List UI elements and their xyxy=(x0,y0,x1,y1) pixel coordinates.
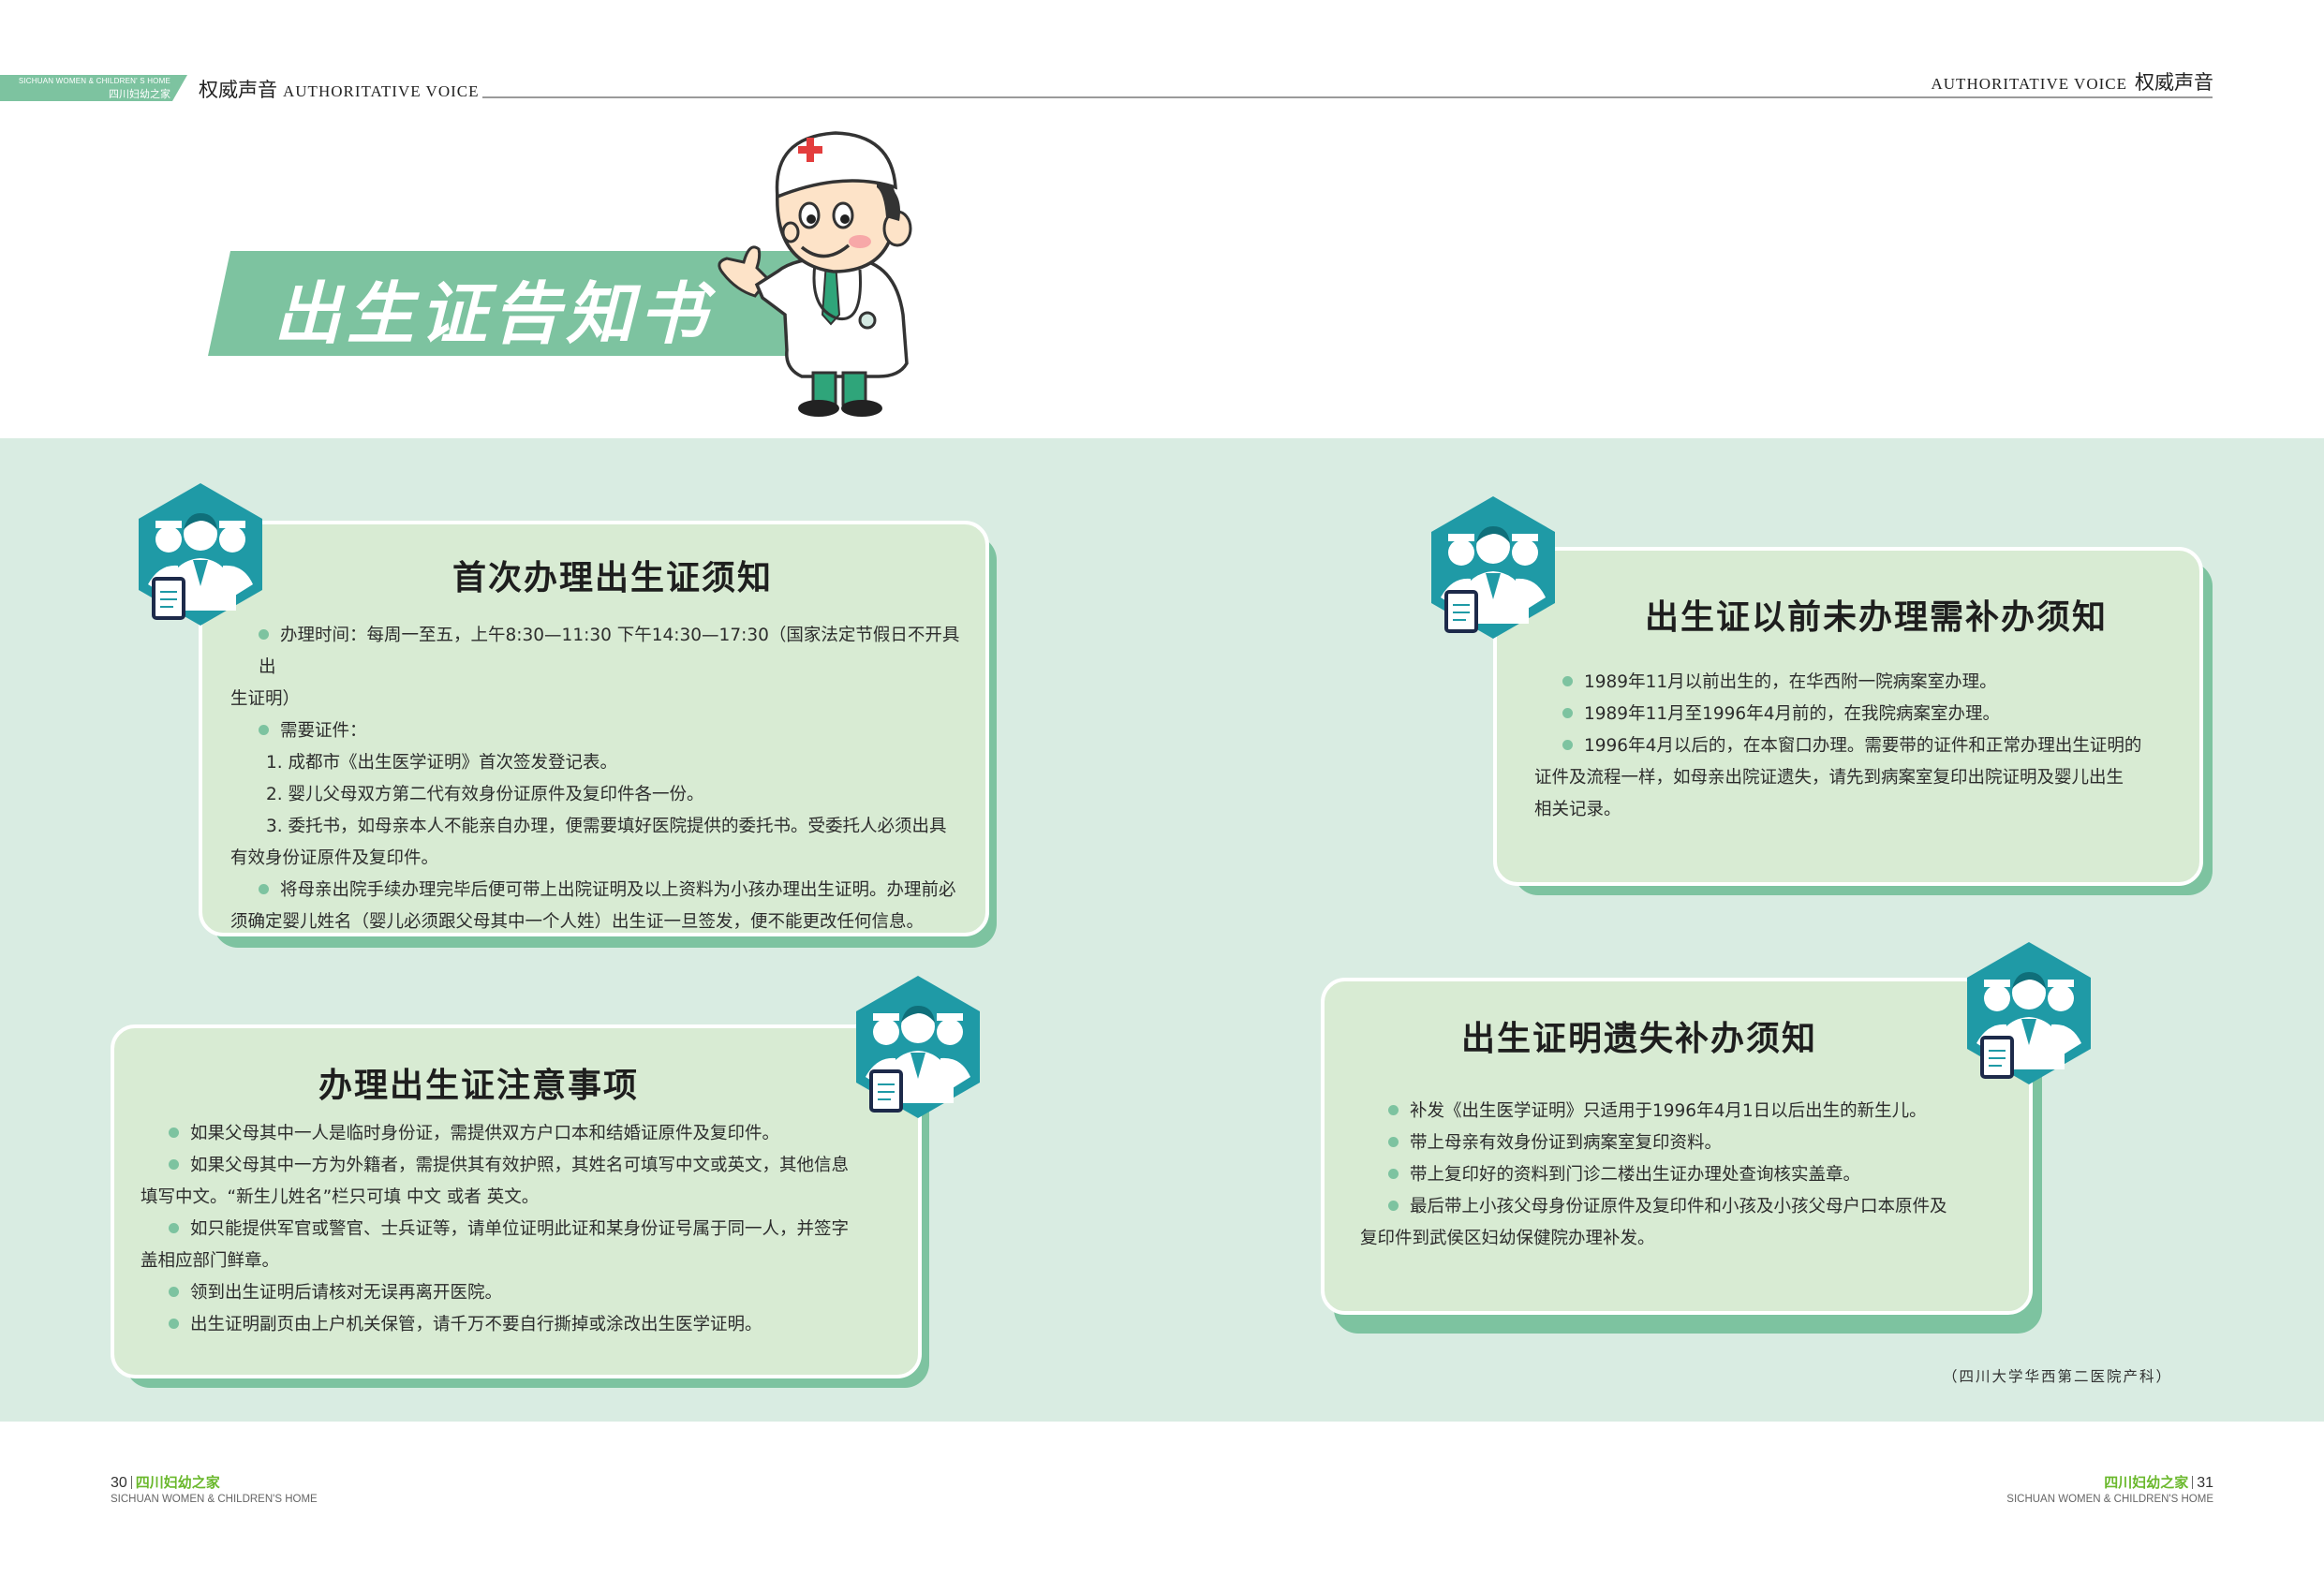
list-item: 如果父母其中一人是临时身份证，需提供双方户口本和结婚证原件及复印件。 xyxy=(141,1118,909,1150)
list-item: 证件及流程一样，如母亲出院证遗失，请先到病案室复印出院证明及婴儿出生 xyxy=(1534,768,2124,788)
medical-staff-icon xyxy=(1431,496,1555,639)
list-item: 如只能提供军官或警官、士兵证等，请单位证明此证和某身份证号属于同一人，并签字 xyxy=(141,1214,909,1245)
list-item: 2. 婴儿父母双方第二代有效身份证原件及复印件各一份。 xyxy=(266,785,704,804)
card-first-registration: 首次办理出生证须知 办理时间：每周一至五，上午8:30—11:30 下午14:3… xyxy=(199,521,989,936)
medical-staff-icon xyxy=(856,976,980,1118)
header-left-tag-cn: 四川妇幼之家 xyxy=(109,88,170,100)
list-item: 将母亲出院手续办理完毕后便可带上出院证明及以上资料为小孩办理出生证明。办理前必 xyxy=(230,875,970,906)
header-left-title-en: AUTHORITATIVE VOICE xyxy=(283,82,480,100)
card-first-title: 首次办理出生证须知 xyxy=(451,559,773,597)
list-item: 如果父母其中一方为外籍者，需提供其有效护照，其姓名可填写中文或英文，其他信息 xyxy=(141,1150,909,1182)
list-item: 1989年11月至1996年4月前的，在我院病案室办理。 xyxy=(1534,699,2181,730)
source-credit: （四川大学华西第二医院产科） xyxy=(1942,1368,2172,1385)
page-number-left: 30 xyxy=(111,1475,127,1491)
list-item: 办理时间：每周一至五，上午8:30—11:30 下午14:30—17:30（国家… xyxy=(259,626,960,677)
header-right-title: AUTHORITATIVE VOICE 权威声音 xyxy=(1932,67,2214,96)
header-left-title: 权威声音 AUTHORITATIVE VOICE xyxy=(199,75,480,103)
list-item: 3. 委托书，如母亲本人不能亲自办理，便需要填好医院提供的委托书。受委托人必须出… xyxy=(266,817,947,836)
list-item: 需要证件： xyxy=(230,715,970,747)
card-notes-title: 办理出生证注意事项 xyxy=(318,1067,639,1105)
list-item: 生证明） xyxy=(230,689,301,709)
header-left-tag-en: SICHUAN WOMEN & CHILDREN' S HOME xyxy=(18,77,170,85)
medical-staff-icon xyxy=(139,483,262,626)
card-before-reissue: 出生证以前未办理需补办须知 1989年11月以前出生的，在华西附一院病案室办理。… xyxy=(1493,547,2203,886)
medical-staff-icon xyxy=(1967,942,2091,1084)
list-item: 1996年4月以后的，在本窗口办理。需要带的证件和正常办理出生证明的 xyxy=(1534,730,2181,762)
list-item: 最后带上小孩父母身份证原件及复印件和小孩及小孩父母户口本原件及 xyxy=(1360,1191,2016,1223)
header-left-title-cn: 权威声音 xyxy=(199,79,277,101)
footer-left: 30 四川妇幼之家 SICHUAN WOMEN & CHILDREN'S HOME xyxy=(111,1472,318,1505)
list-item: 领到出生证明后请核对无误再离开医院。 xyxy=(141,1277,909,1309)
footer-left-magazine: 四川妇幼之家 xyxy=(135,1474,220,1491)
card-notes: 办理出生证注意事项 如果父母其中一人是临时身份证，需提供双方户口本和结婚证原件及… xyxy=(111,1024,922,1378)
footer-left-en: SICHUAN WOMEN & CHILDREN'S HOME xyxy=(111,1494,318,1505)
doctor-mascot-icon xyxy=(718,131,912,417)
bullet-icon xyxy=(1562,740,1573,750)
bullet-icon xyxy=(259,725,269,735)
bullet-icon xyxy=(1562,676,1573,686)
bullet-icon xyxy=(1388,1137,1399,1147)
bullet-icon xyxy=(259,629,269,640)
list-item: 填写中文。“新生儿姓名”栏只可填 中文 或者 英文。 xyxy=(141,1187,540,1207)
bullet-icon xyxy=(169,1223,179,1233)
card-notes-body: 如果父母其中一人是临时身份证，需提供双方户口本和结婚证原件及复印件。 如果父母其… xyxy=(141,1118,909,1341)
header-rule-left xyxy=(482,96,1162,98)
footer-right-en: SICHUAN WOMEN & CHILDREN'S HOME xyxy=(2006,1494,2213,1505)
header-right-title-en: AUTHORITATIVE VOICE xyxy=(1931,75,2127,93)
list-item: 1. 成都市《出生医学证明》首次签发登记表。 xyxy=(266,753,618,773)
bullet-icon xyxy=(1562,708,1573,718)
list-item: 带上母亲有效身份证到病案室复印资料。 xyxy=(1360,1127,2016,1159)
header-right-title-cn: 权威声音 xyxy=(2135,71,2213,94)
bullet-icon xyxy=(169,1287,179,1297)
list-item: 须确定婴儿姓名（婴儿必须跟父母其中一个人姓）出生证一旦签发，便不能更改任何信息。 xyxy=(230,912,925,932)
list-item: 出生证明副页由上户机关保管，请千万不要自行撕掉或涂改出生医学证明。 xyxy=(141,1309,909,1341)
card-before-title: 出生证以前未办理需补办须知 xyxy=(1644,598,2108,637)
bullet-icon xyxy=(1388,1169,1399,1179)
bullet-icon xyxy=(169,1319,179,1329)
list-item: 盖相应部门鲜章。 xyxy=(141,1251,280,1271)
footer-separator xyxy=(130,1476,132,1489)
bullet-icon xyxy=(259,884,269,894)
card-lost-reissue: 出生证明遗失补办须知 补发《出生医学证明》只适用于1996年4月1日以后出生的新… xyxy=(1321,978,2033,1315)
header-left-tag: SICHUAN WOMEN & CHILDREN' S HOME 四川妇幼之家 xyxy=(0,75,187,101)
card-lost-title: 出生证明遗失补办须知 xyxy=(1460,1020,1817,1058)
list-item: 带上复印好的资料到门诊二楼出生证办理处查询核实盖章。 xyxy=(1360,1159,2016,1191)
page-title: 出生证告知书 xyxy=(274,274,713,353)
bullet-icon xyxy=(1388,1105,1399,1115)
list-item: 复印件到武侯区妇幼保健院办理补发。 xyxy=(1360,1229,1655,1248)
list-item: 1989年11月以前出生的，在华西附一院病案室办理。 xyxy=(1534,667,2181,699)
bullet-icon xyxy=(1388,1201,1399,1211)
list-item: 补发《出生医学证明》只适用于1996年4月1日以后出生的新生儿。 xyxy=(1360,1096,2016,1127)
card-lost-body: 补发《出生医学证明》只适用于1996年4月1日以后出生的新生儿。 带上母亲有效身… xyxy=(1360,1096,2016,1255)
bullet-icon xyxy=(169,1159,179,1170)
footer-right: 四川妇幼之家 31 SICHUAN WOMEN & CHILDREN'S HOME xyxy=(2006,1472,2213,1505)
card-first-body: 办理时间：每周一至五，上午8:30—11:30 下午14:30—17:30（国家… xyxy=(230,620,970,938)
list-item: 相关记录。 xyxy=(1534,800,1621,819)
footer-right-magazine: 四川妇幼之家 xyxy=(2104,1474,2189,1491)
bullet-icon xyxy=(169,1127,179,1138)
list-item: 有效身份证原件及复印件。 xyxy=(230,848,439,868)
header-rule-right xyxy=(1162,96,2213,98)
footer-separator xyxy=(2192,1476,2194,1489)
card-before-body: 1989年11月以前出生的，在华西附一院病案室办理。 1989年11月至1996… xyxy=(1534,667,2181,826)
page-number-right: 31 xyxy=(2197,1475,2213,1491)
